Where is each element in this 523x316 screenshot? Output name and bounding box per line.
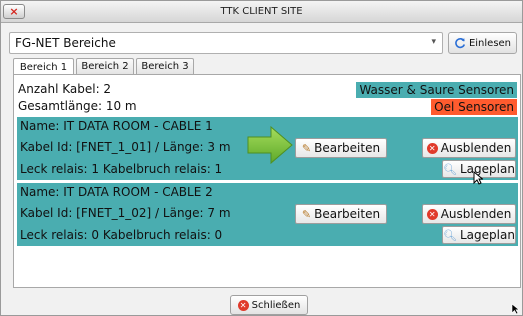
tab-label: Bereich 1	[19, 61, 68, 73]
oil-sensors-badge: Oel Sensoren	[431, 99, 517, 115]
area-select-value: FG-NET Bereiche	[15, 36, 116, 50]
hide-button[interactable]: ✕ Ausblenden	[422, 138, 516, 158]
hide-button[interactable]: ✕ Ausblenden	[422, 204, 516, 224]
green-arrow-icon	[247, 125, 293, 165]
cable-id-length: Kabel Id: [FNET_1_02] / Länge: 7 m	[20, 206, 231, 220]
hide-button-label: Ausblenden	[440, 141, 512, 155]
tab-label: Bereich 2	[81, 61, 129, 72]
map-button-label: Lageplan	[460, 162, 515, 176]
cable-name: Name: IT DATA ROOM - CABLE 1	[20, 119, 213, 133]
close-button[interactable]: ✕ Schließen	[230, 295, 308, 315]
edit-button[interactable]: ✎ Bearbeiten	[295, 138, 387, 158]
area-select-row: FG-NET Bereiche ▾ Einlesen	[9, 32, 517, 54]
cable-relais: Leck relais: 1 Kabelbruch relais: 1	[20, 162, 223, 176]
tab-panel: Anzahl Kabel: 2 Gesamtlänge: 10 m Wasser…	[13, 74, 521, 288]
tab-bereich-3[interactable]: Bereich 3	[136, 58, 194, 74]
edit-button-label: Bearbeiten	[314, 141, 381, 155]
refresh-icon	[455, 38, 466, 49]
chevron-down-icon: ▾	[431, 37, 436, 47]
pencil-icon: ✎	[301, 207, 312, 221]
close-button-label: Schließen	[251, 299, 301, 311]
area-select[interactable]: FG-NET Bereiche ▾	[9, 32, 443, 54]
cable-name: Name: IT DATA ROOM - CABLE 2	[20, 185, 213, 199]
remove-icon: ✕	[426, 208, 438, 220]
title-bar: × TTK CLIENT SITE	[1, 1, 522, 23]
pencil-icon: ✎	[301, 141, 312, 155]
edit-button-label: Bearbeiten	[314, 207, 381, 221]
tab-label: Bereich 3	[141, 61, 189, 72]
magnifier-icon: 🔍︎	[443, 228, 457, 242]
map-button-label: Lageplan	[460, 228, 515, 242]
cable-id-length: Kabel Id: [FNET_1_01] / Länge: 3 m	[20, 140, 231, 154]
cable-count: Anzahl Kabel: 2	[18, 82, 112, 96]
total-length: Gesamtlänge: 10 m	[18, 99, 137, 113]
mouse-cursor-icon	[473, 171, 483, 185]
map-button[interactable]: 🔍︎ Lageplan	[442, 226, 516, 244]
cable-relais: Leck relais: 0 Kabelbruch relais: 0	[20, 228, 223, 242]
einlesen-button[interactable]: Einlesen	[448, 32, 517, 54]
window-title: TTK CLIENT SITE	[220, 6, 303, 17]
einlesen-button-label: Einlesen	[468, 37, 512, 49]
edit-button[interactable]: ✎ Bearbeiten	[295, 204, 387, 224]
tab-bereich-1[interactable]: Bereich 1	[13, 58, 74, 75]
water-acid-sensors-badge: Wasser & Saure Sensoren	[356, 82, 517, 98]
magnifier-icon: 🔍︎	[443, 162, 457, 176]
remove-icon: ✕	[426, 142, 438, 154]
resize-cursor-icon	[511, 303, 520, 315]
hide-button-label: Ausblenden	[440, 207, 512, 221]
close-icon: ✕	[237, 299, 249, 311]
app-window: × TTK CLIENT SITE FG-NET Bereiche ▾ Einl…	[0, 0, 523, 316]
cable-card: Name: IT DATA ROOM - CABLE 2 Kabel Id: […	[17, 183, 518, 246]
tab-bereich-2[interactable]: Bereich 2	[76, 58, 134, 74]
